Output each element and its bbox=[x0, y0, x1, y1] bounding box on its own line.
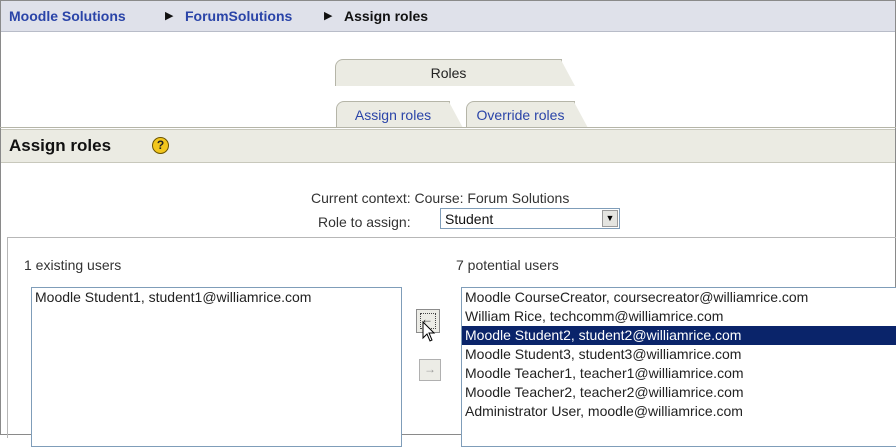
tab-assign-roles-label: Assign roles bbox=[354, 107, 432, 123]
breadcrumb-link-moodle-solutions[interactable]: Moodle Solutions bbox=[9, 8, 126, 24]
potential-user-option[interactable]: Moodle CourseCreator, coursecreator@will… bbox=[462, 288, 896, 307]
potential-user-option[interactable]: Moodle Teacher1, teacher1@williamrice.co… bbox=[462, 364, 896, 383]
role-select[interactable]: Student ▼ bbox=[440, 208, 620, 229]
chevron-down-icon[interactable]: ▼ bbox=[602, 210, 618, 227]
tab-override-roles[interactable]: Override roles bbox=[466, 101, 588, 128]
existing-users-list[interactable]: Moodle Student1, student1@williamrice.co… bbox=[31, 287, 402, 447]
tab-roles[interactable]: Roles bbox=[335, 59, 575, 86]
role-select-value: Student bbox=[445, 211, 494, 227]
tab-assign-roles[interactable]: Assign roles bbox=[336, 101, 463, 128]
section-title: Assign roles bbox=[9, 136, 112, 155]
potential-user-option[interactable]: Moodle Teacher2, teacher2@williamrice.co… bbox=[462, 383, 896, 402]
existing-users-label: 1 existing users bbox=[24, 257, 122, 273]
potential-users-list[interactable]: Moodle CourseCreator, coursecreator@will… bbox=[461, 287, 896, 447]
tab-divider bbox=[0, 127, 896, 128]
navbar: Moodle Solutions ▶ ForumSolutions ▶ Assi… bbox=[1, 1, 895, 32]
arrow-right-icon: → bbox=[424, 362, 436, 376]
help-icon[interactable]: ? bbox=[152, 137, 169, 154]
breadcrumb-separator-icon: ▶ bbox=[165, 10, 174, 22]
potential-user-option-selected[interactable]: Moodle Student2, student2@williamrice.co… bbox=[462, 326, 896, 345]
mouse-cursor-icon bbox=[422, 321, 436, 342]
potential-users-label: 7 potential users bbox=[456, 257, 559, 273]
tab-override-roles-label: Override roles bbox=[476, 107, 565, 123]
breadcrumb-link-forumsolutions[interactable]: ForumSolutions bbox=[185, 8, 292, 24]
breadcrumb-separator-icon: ▶ bbox=[324, 10, 333, 22]
role-to-assign-label: Role to assign: bbox=[318, 214, 411, 230]
potential-user-option[interactable]: Administrator User, moodle@williamrice.c… bbox=[462, 402, 896, 421]
existing-user-option[interactable]: Moodle Student1, student1@williamrice.co… bbox=[32, 288, 401, 307]
potential-user-option[interactable]: William Rice, techcomm@williamrice.com bbox=[462, 307, 896, 326]
potential-user-option[interactable]: Moodle Student3, student3@williamrice.co… bbox=[462, 345, 896, 364]
breadcrumb-current: Assign roles bbox=[344, 8, 429, 24]
tab-roles-label: Roles bbox=[430, 65, 467, 81]
section-header: Assign roles ? bbox=[1, 129, 895, 163]
current-context: Current context: Course: Forum Solutions bbox=[311, 190, 570, 206]
remove-user-button[interactable]: → bbox=[419, 359, 441, 381]
